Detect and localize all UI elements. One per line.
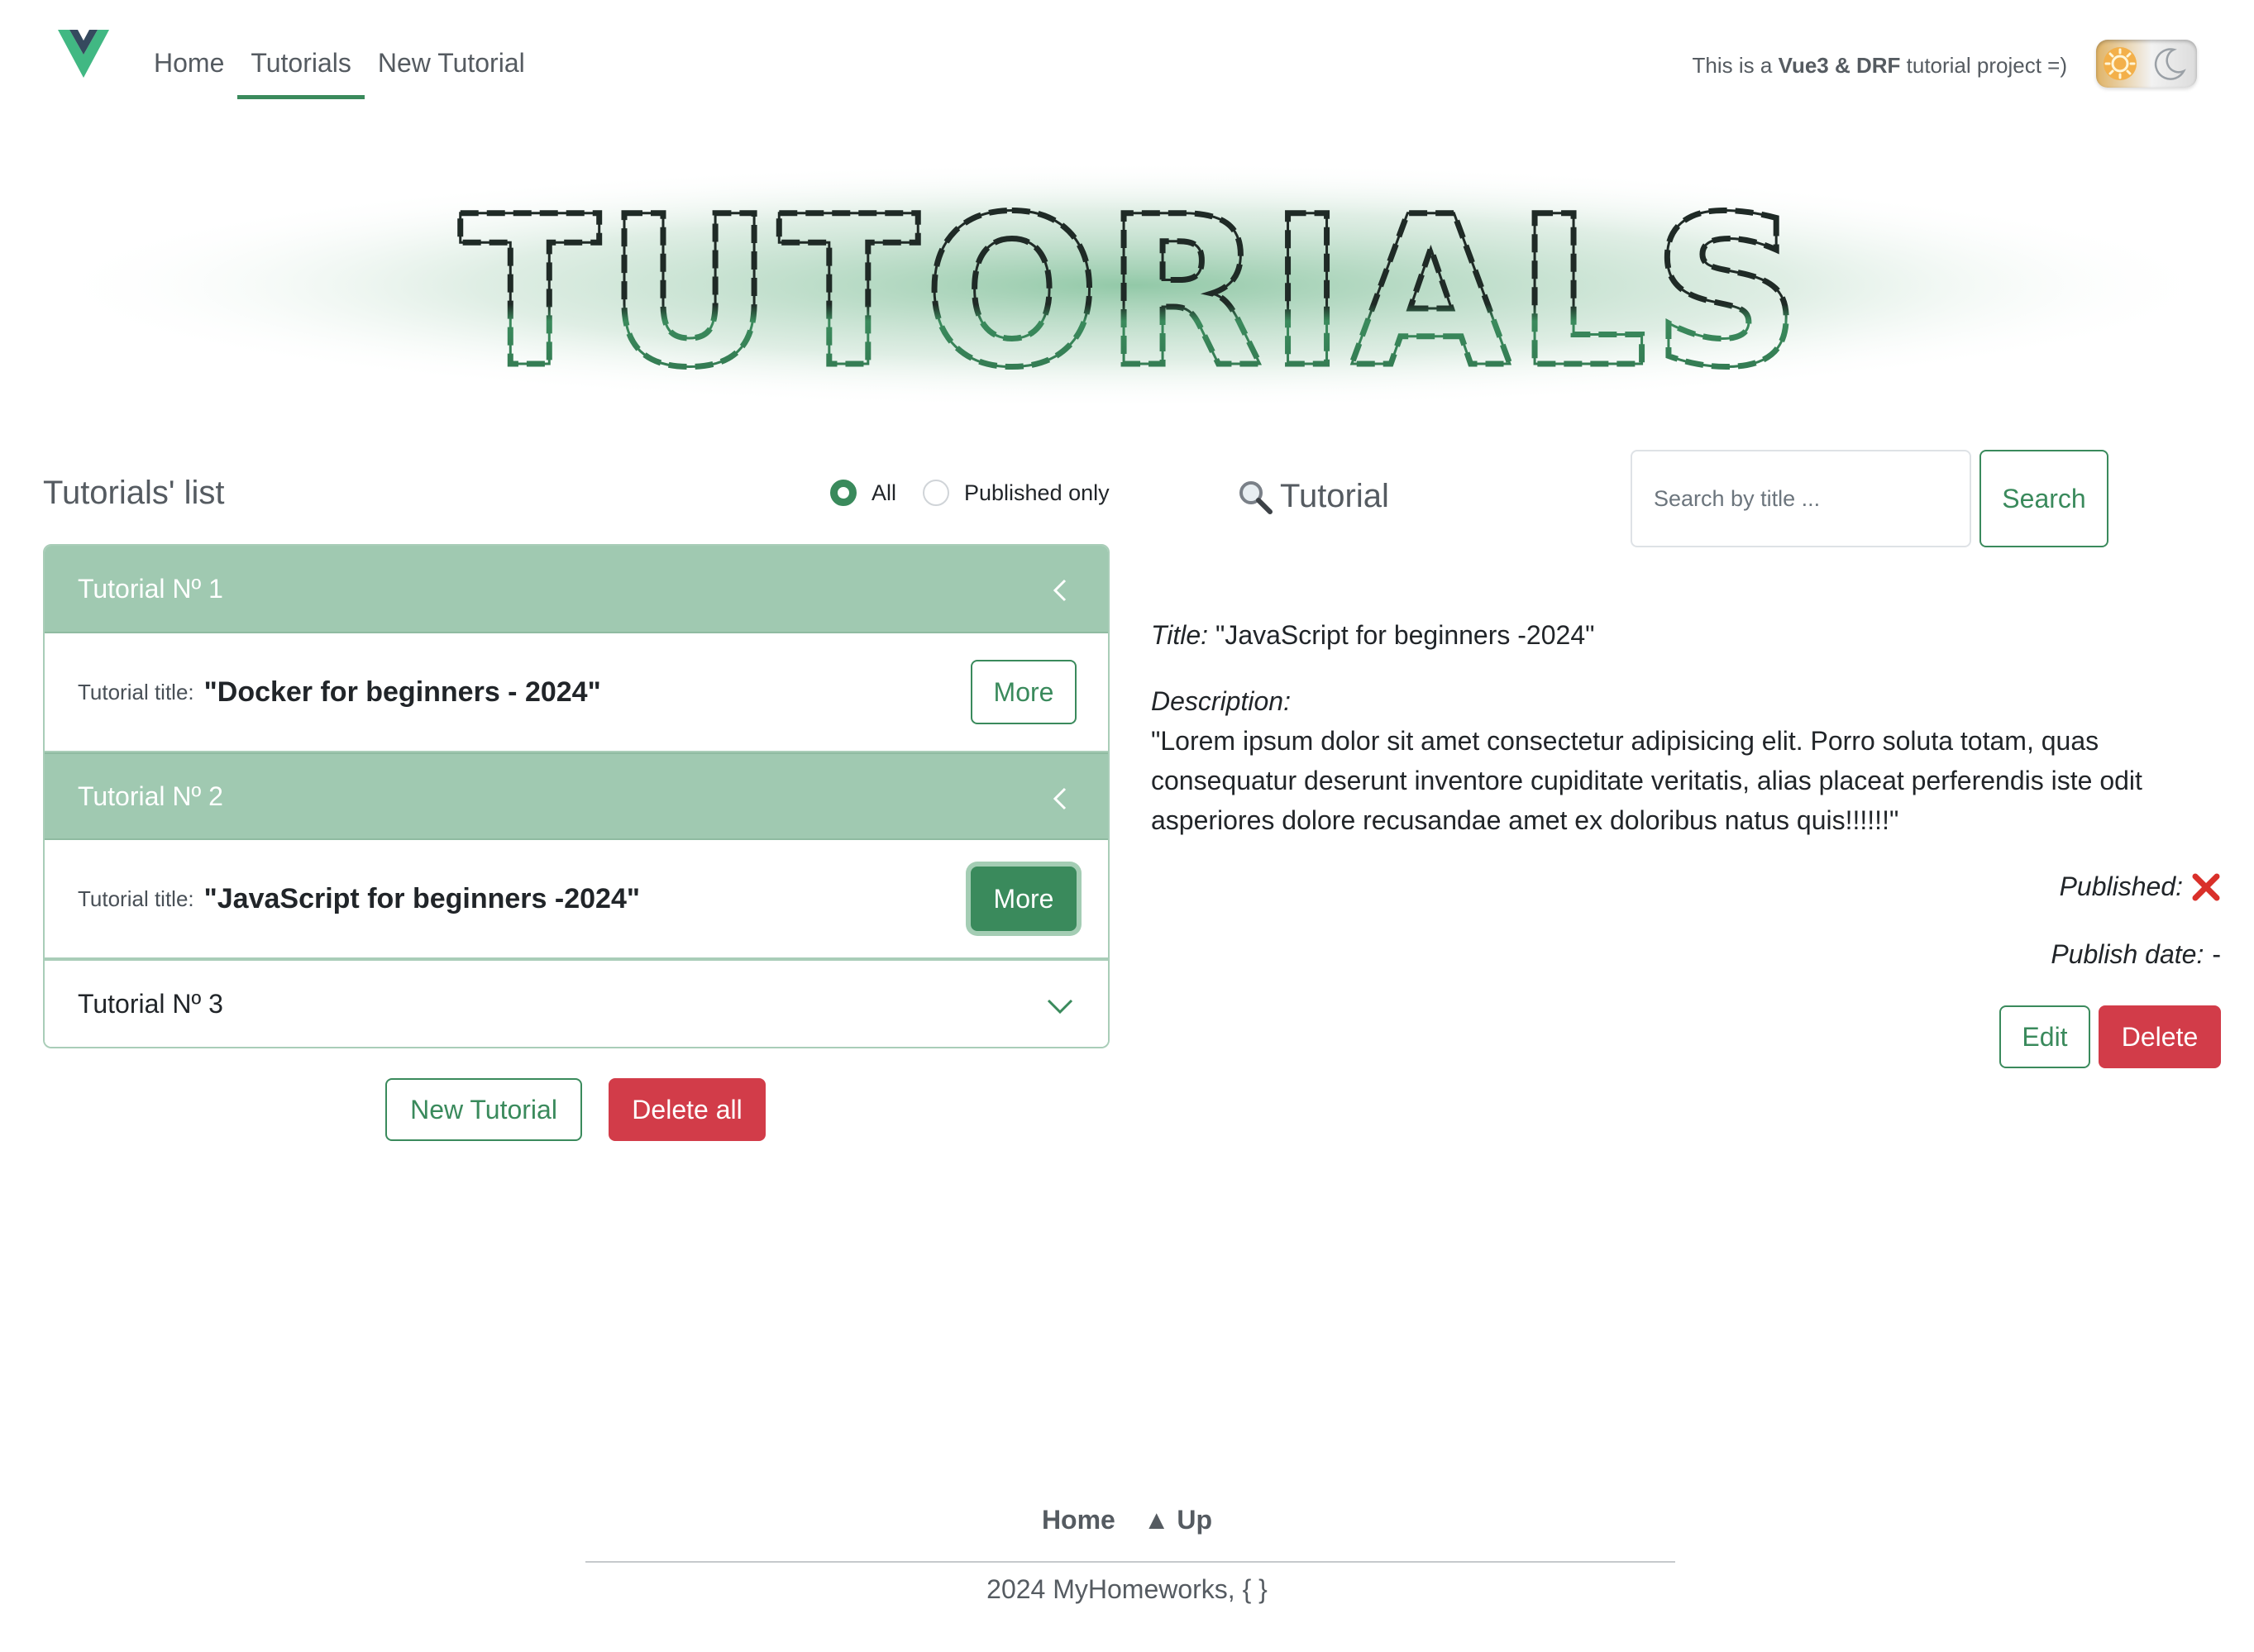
list-title: Tutorials' list [43, 475, 225, 511]
edit-button[interactable]: Edit [1999, 1005, 2090, 1068]
accordion-header-2[interactable]: Tutorial Nº 2 [45, 752, 1108, 840]
accordion-header-label: Tutorial Nº 2 [78, 781, 223, 811]
cross-icon [2192, 873, 2220, 900]
sun-icon [2104, 47, 2137, 80]
nav-link-home[interactable]: Home [141, 33, 237, 99]
detail-description: Description: "Lorem ipsum dolor sit amet… [1151, 681, 2226, 840]
detail-published: Published: [2060, 871, 2221, 902]
new-tutorial-button[interactable]: New Tutorial [385, 1078, 582, 1141]
tutorial-detail-heading: Tutorial [1237, 478, 1389, 515]
search-input[interactable] [1631, 450, 1971, 547]
tagline-suffix: tutorial project =) [1900, 53, 2067, 78]
detail-title-value: "JavaScript for beginners -2024" [1215, 620, 1595, 650]
chevron-left-icon [1053, 579, 1067, 602]
filter-all[interactable]: All [830, 480, 896, 506]
detail-title: Title: "JavaScript for beginners -2024" [1151, 615, 1594, 655]
vue-logo-icon[interactable] [58, 30, 109, 78]
tutorial-title-label: Tutorial title: [78, 886, 194, 911]
filter-published-label: Published only [964, 480, 1110, 505]
delete-button[interactable]: Delete [2099, 1005, 2221, 1068]
detail-description-label: Description: [1151, 686, 1291, 716]
tutorial-title-label: Tutorial title: [78, 679, 194, 704]
filter-all-label: All [872, 480, 897, 505]
tutorials-banner: TUTORIALS TUTORIALS [41, 161, 2216, 416]
chevron-left-icon [1053, 787, 1067, 810]
accordion-header-label: Tutorial Nº 3 [78, 988, 223, 1019]
chevron-down-icon [1047, 999, 1073, 1015]
tagline-prefix: This is a [1692, 53, 1779, 78]
detail-publish-date: Publish date: - [2051, 939, 2221, 970]
filter-published-radio[interactable] [923, 480, 949, 506]
accordion-item-1: Tutorial Nº 1 Tutorial title: "Docker fo… [43, 544, 1110, 752]
accordion-item-2: Tutorial Nº 2 Tutorial title: "JavaScrip… [43, 752, 1110, 959]
accordion-header-label: Tutorial Nº 1 [78, 573, 223, 604]
footer-links: Home ▲ Up [0, 1505, 2254, 1535]
accordion-header-3[interactable]: Tutorial Nº 3 [45, 959, 1108, 1047]
accordion-body-2: Tutorial title: "JavaScript for beginner… [45, 840, 1108, 957]
main-nav: Home Tutorials New Tutorial [141, 33, 538, 99]
banner-text-outline: TUTORIALS [460, 172, 1807, 413]
tutorials-accordion: Tutorial Nº 1 Tutorial title: "Docker fo… [43, 544, 1110, 1048]
published-label: Published: [2059, 871, 2183, 901]
delete-all-button[interactable]: Delete all [609, 1078, 766, 1141]
footer-home-link[interactable]: Home [1042, 1505, 1115, 1535]
filter-all-radio[interactable] [830, 480, 857, 506]
search-button[interactable]: Search [1979, 450, 2108, 547]
more-button-1[interactable]: More [971, 660, 1077, 724]
theme-toggle[interactable] [2096, 40, 2197, 88]
tutorial-heading-text: Tutorial [1280, 478, 1389, 514]
project-tagline: This is a Vue3 & DRF tutorial project =) [1693, 53, 2067, 79]
footer-divider [585, 1561, 1675, 1563]
tagline-bold: Vue3 & DRF [1778, 53, 1901, 78]
nav-link-tutorials[interactable]: Tutorials [237, 33, 365, 99]
detail-description-value: "Lorem ipsum dolor sit amet consectetur … [1151, 726, 2142, 835]
accordion-body-1: Tutorial title: "Docker for beginners - … [45, 633, 1108, 751]
accordion-header-1[interactable]: Tutorial Nº 1 [45, 546, 1108, 633]
magnifier-icon [1239, 480, 1273, 514]
copyright-text: 2024 MyHomeworks, { } [986, 1574, 1268, 1604]
footer-up-link[interactable]: ▲ Up [1144, 1505, 1212, 1535]
detail-title-label: Title: [1151, 620, 1209, 650]
top-navbar: Home Tutorials New Tutorial This is a Vu… [0, 0, 2254, 107]
publish-date-value: - [2212, 939, 2221, 969]
nav-link-new-tutorial[interactable]: New Tutorial [365, 33, 538, 99]
accordion-item-3: Tutorial Nº 3 [43, 959, 1110, 1048]
filter-published-only[interactable]: Published only [923, 480, 1110, 506]
tutorial-title-value: "JavaScript for beginners -2024" [203, 882, 640, 914]
publish-date-label: Publish date: [2051, 939, 2204, 969]
moon-icon [2154, 48, 2186, 80]
tutorial-title-value: "Docker for beginners - 2024" [203, 676, 601, 708]
more-button-2[interactable]: More [971, 867, 1077, 931]
